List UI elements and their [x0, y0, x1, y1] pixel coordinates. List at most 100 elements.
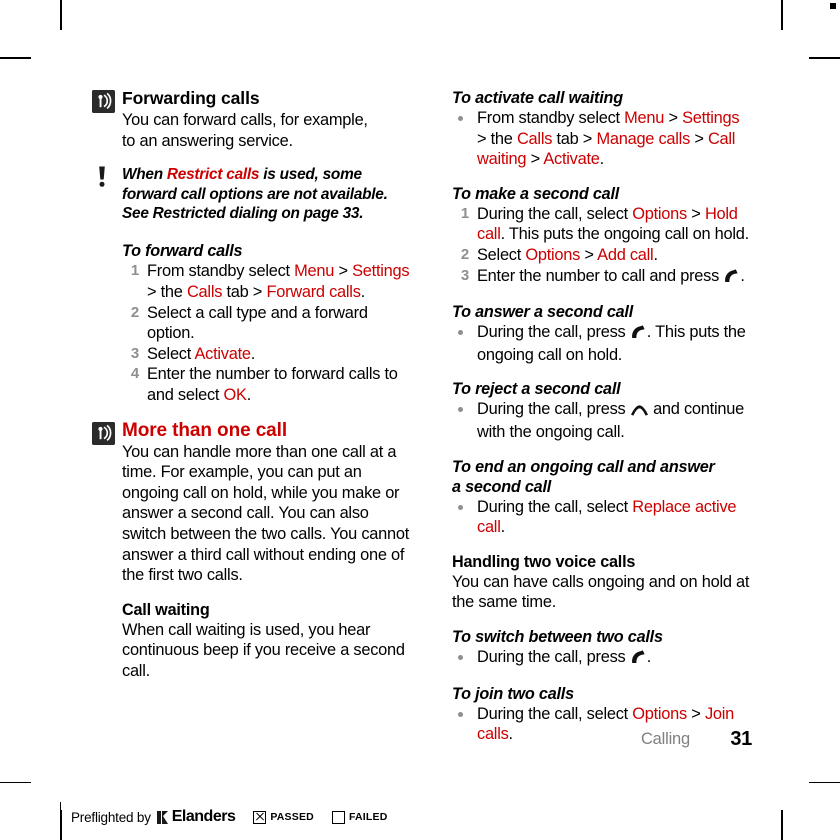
page-footer: Calling 31 — [452, 728, 752, 754]
instruction-text: Enter the number to forward calls to and… — [147, 365, 398, 404]
call-handset-icon — [723, 268, 740, 289]
instruction-text: . This puts the ongoing call on hold. — [500, 225, 750, 244]
page-number: 31 — [730, 728, 752, 750]
numbered-step: 3 Select Activate. — [122, 344, 412, 365]
instruction-text: Select — [477, 245, 526, 264]
more-than-one-call-heading-row: More than one call — [92, 420, 412, 445]
section-forwarding-calls: Forwarding calls You can forward calls, … — [92, 88, 412, 151]
instruction-text: > — [334, 262, 353, 281]
instruction-text: . — [599, 150, 605, 169]
footer-section-name: Calling — [640, 730, 690, 748]
manual-page: Forwarding calls You can forward calls, … — [0, 0, 840, 840]
signal-waves-icon — [92, 421, 115, 445]
numbered-step: 1 From standby select Menu > Settings > t… — [122, 261, 412, 302]
end-call-handset-icon — [630, 401, 649, 422]
instruction-text: tab > — [552, 129, 597, 148]
forwarding-calls-title: Forwarding calls — [122, 88, 260, 108]
instruction-text: . — [500, 518, 506, 537]
instruction-text: . — [740, 266, 745, 285]
bullet-marker-icon — [458, 711, 463, 717]
bullet-marker-icon — [458, 330, 463, 336]
instruction-text: tab > — [222, 283, 267, 301]
numbered-step: 2 Select Options > Add call. — [452, 245, 752, 266]
instruction-text: Enter the number to call and press — [477, 266, 724, 285]
preflight-label: Preflighted by — [71, 809, 151, 825]
numbered-step: 4 Enter the number to forward calls to an… — [122, 364, 412, 405]
menu-path-token: Options — [632, 704, 687, 723]
call-handset-icon — [630, 649, 647, 670]
menu-path-token: Options — [632, 204, 687, 223]
instruction-text: During the call, press — [477, 323, 630, 342]
passed-checkbox[interactable] — [253, 810, 267, 824]
call-handset-icon — [630, 324, 647, 345]
forwarding-calls-body-line2: to an answering service. — [122, 131, 293, 150]
instruction-text: > — [690, 129, 708, 148]
instruction-text: . — [653, 245, 658, 264]
preflight-strip: Preflighted by Elanders PASSED FAILED — [60, 802, 388, 832]
right-column: To activate call waiting From standby se… — [452, 88, 752, 745]
instruction-text: Select a call type and a forward option. — [147, 303, 368, 343]
forwarding-calls-body: You can forward calls, for example, to a… — [92, 110, 412, 151]
exclamation-icon — [96, 166, 108, 188]
switch-between-two-calls-bullets: During the call, press . — [452, 647, 752, 670]
handling-two-voice-calls-body: You can have calls ongoing and on hold a… — [452, 572, 750, 612]
instruction-text: > — [687, 704, 705, 723]
instruction-text: During the call, press — [477, 647, 630, 666]
section-more-than-one-call: More than one call You can handle more t… — [92, 420, 412, 586]
step-number: 2 — [130, 303, 139, 321]
step-number: 3 — [130, 344, 139, 362]
bullet-step: During the call, press . This puts the o… — [452, 322, 752, 365]
note-restrict-calls: When Restrict calls is used, some forwar… — [92, 165, 412, 223]
note-text-highlight: Restrict calls — [166, 166, 260, 184]
numbered-step: 3 Enter the number to call and press . — [452, 266, 752, 289]
failed-label: FAILED — [348, 811, 388, 823]
reject-second-call-heading: To reject a second call — [452, 380, 621, 399]
instruction-text: . — [250, 344, 256, 363]
instruction-text: From standby select — [477, 109, 625, 127]
end-ongoing-heading-line1: To end an ongoing call and answer — [452, 457, 715, 476]
end-ongoing-heading-line2: a second call — [452, 477, 552, 496]
activate-call-waiting-heading: To activate call waiting — [452, 89, 623, 107]
bullet-step: During the call, select Replace active c… — [452, 497, 752, 538]
menu-path-token: Manage calls — [596, 129, 691, 148]
preflight-passed: PASSED — [253, 810, 314, 824]
step-number: 3 — [460, 266, 469, 284]
menu-path-token: Menu — [624, 109, 665, 127]
answer-second-call-bullets: During the call, press . This puts the o… — [452, 322, 752, 365]
section-to-forward-calls: To forward calls 1 From standby select Me… — [92, 241, 412, 405]
failed-checkbox[interactable] — [331, 810, 345, 824]
step-number: 1 — [460, 204, 469, 222]
section-handling-two-voice-calls: Handling two voice calls You can have ca… — [452, 552, 752, 613]
instruction-text: . — [246, 385, 252, 404]
instruction-text: During the call, press — [477, 400, 630, 419]
menu-path-token: Menu — [294, 262, 335, 281]
instruction-text: From standby select — [147, 262, 295, 281]
step-number: 1 — [130, 262, 139, 280]
instruction-text: > — [664, 109, 683, 127]
instruction-text: > — [580, 245, 598, 264]
to-forward-calls-heading: To forward calls — [122, 242, 243, 261]
numbered-step: 1 During the call, select Options > Hold … — [452, 204, 752, 245]
call-waiting-body: When call waiting is used, you hear cont… — [122, 620, 405, 680]
section-make-second-call: To make a second call 1 During the call, … — [452, 184, 752, 288]
answer-second-call-heading: To answer a second call — [452, 303, 634, 322]
instruction-text: Select — [147, 344, 195, 363]
instruction-text: During the call, select — [477, 704, 633, 723]
section-call-waiting: Call waiting When call waiting is used, … — [92, 600, 412, 682]
forwarding-calls-body-line1: You can forward calls, for example, — [122, 111, 368, 129]
more-than-one-call-body: You can handle more than one call at a t… — [92, 442, 412, 586]
section-end-ongoing-answer-second: To end an ongoing call and answer a seco… — [452, 457, 752, 538]
menu-path-token: Activate — [543, 150, 600, 169]
reject-second-call-bullets: During the call, press and continue with… — [452, 399, 752, 442]
note-reference: See Restricted dialing on page 33. — [122, 205, 364, 222]
menu-path-token: OK — [223, 385, 247, 404]
menu-path-token: Add call — [597, 245, 654, 264]
join-two-calls-heading: To join two calls — [452, 684, 574, 703]
section-activate-call-waiting: To activate call waiting From standby se… — [452, 88, 752, 170]
elanders-brand-name: Elanders — [171, 808, 236, 825]
instruction-text: > the — [477, 129, 517, 148]
handling-two-voice-calls-heading: Handling two voice calls — [452, 552, 636, 571]
elanders-logo-icon — [156, 810, 169, 824]
more-than-one-call-paragraph: You can handle more than one call at a t… — [122, 442, 410, 585]
bullet-step: During the call, press and continue with… — [452, 399, 752, 442]
